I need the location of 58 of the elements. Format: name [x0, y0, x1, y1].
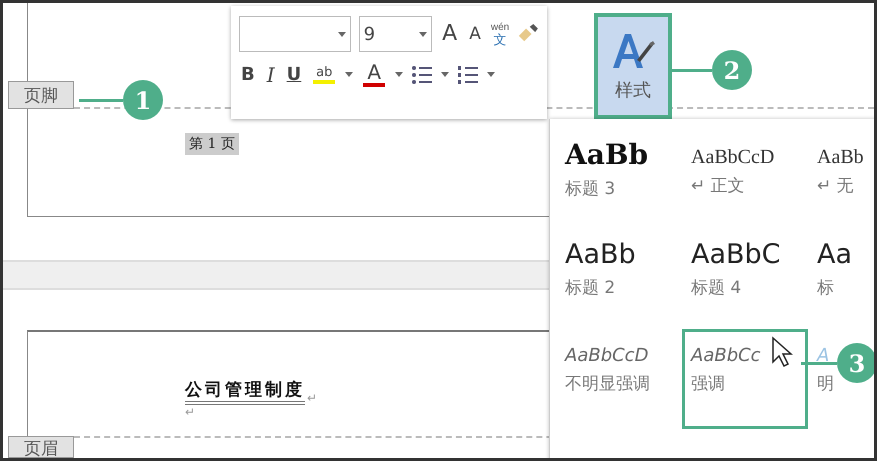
style-option[interactable]: A 明: [808, 329, 837, 429]
bullet-list-icon[interactable]: [411, 64, 434, 86]
style-option[interactable]: AaBb 标题 2: [556, 229, 682, 329]
style-name: 标题 2: [565, 276, 616, 299]
font-color-button[interactable]: A: [361, 62, 388, 87]
caret-icon: [441, 72, 450, 77]
paragraph-mark: ↵: [307, 391, 318, 405]
style-option[interactable]: AaBb 标题 3: [556, 129, 682, 229]
leader-line: [79, 98, 123, 102]
style-option[interactable]: AaBb ↵ 无: [808, 129, 867, 229]
highlight-button[interactable]: ab: [311, 66, 338, 84]
style-name: 强调: [691, 372, 725, 395]
caret-icon: [345, 72, 354, 77]
numbered-list-icon[interactable]: [457, 64, 480, 86]
style-name: 标题 3: [565, 178, 616, 200]
phonetic-guide-button[interactable]: wén 文: [490, 22, 510, 46]
style-option[interactable]: Aa 标: [808, 229, 856, 329]
paragraph-mark: ↵: [185, 405, 196, 419]
style-name: 标题 4: [691, 276, 742, 299]
header-label: 页眉: [8, 436, 74, 458]
underline-button[interactable]: U: [284, 66, 304, 84]
font-size-field[interactable]: 9: [358, 16, 432, 52]
style-preview-text: A: [817, 344, 830, 366]
style-option[interactable]: AaBbCc 强调: [682, 329, 808, 429]
style-preview-text: AaBb: [565, 240, 636, 270]
footer-label: 页脚: [8, 81, 74, 109]
style-preview-text: AaBb: [817, 145, 864, 168]
style-name: 明: [817, 372, 834, 395]
leader-line: [801, 362, 837, 364]
page-number-text: 第 1 页: [185, 133, 239, 155]
shrink-font-button[interactable]: A: [467, 26, 483, 42]
italic-button[interactable]: I: [264, 64, 277, 84]
caret-icon: [395, 72, 404, 77]
style-preview-text: AaBb: [565, 140, 648, 171]
style-preview-text: AaBbCc: [691, 344, 761, 366]
font-name-field[interactable]: [239, 16, 351, 52]
styles-button[interactable]: 样式: [594, 13, 672, 119]
callout-number: 1: [123, 80, 163, 120]
style-name: 不明显强调: [565, 372, 650, 395]
style-name: ↵ 正文: [691, 175, 745, 197]
style-preview-text: AaBbCcD: [691, 145, 774, 168]
style-preview-text: AaBbC: [691, 240, 781, 270]
heading-text: 公司管理制度: [185, 378, 305, 405]
grow-font-button[interactable]: A: [440, 23, 460, 45]
caret-icon: [487, 72, 496, 77]
style-option[interactable]: AaBbCcD 不明显强调: [556, 329, 682, 429]
mouse-pointer-icon: [771, 336, 793, 368]
style-name: 标: [817, 276, 834, 299]
leader-line: [672, 68, 712, 72]
style-option[interactable]: AaBbC 标题 4: [682, 229, 808, 329]
caret-icon: [338, 32, 346, 36]
bold-button[interactable]: B: [239, 66, 257, 84]
style-name: ↵ 无: [817, 175, 854, 197]
style-preview-text: AaBbCcD: [565, 344, 648, 366]
callout-number: 2: [712, 50, 752, 90]
style-preview-text: Aa: [817, 240, 852, 270]
style-option[interactable]: AaBbCcD ↵ 正文: [682, 129, 808, 229]
caret-icon: [419, 32, 428, 36]
